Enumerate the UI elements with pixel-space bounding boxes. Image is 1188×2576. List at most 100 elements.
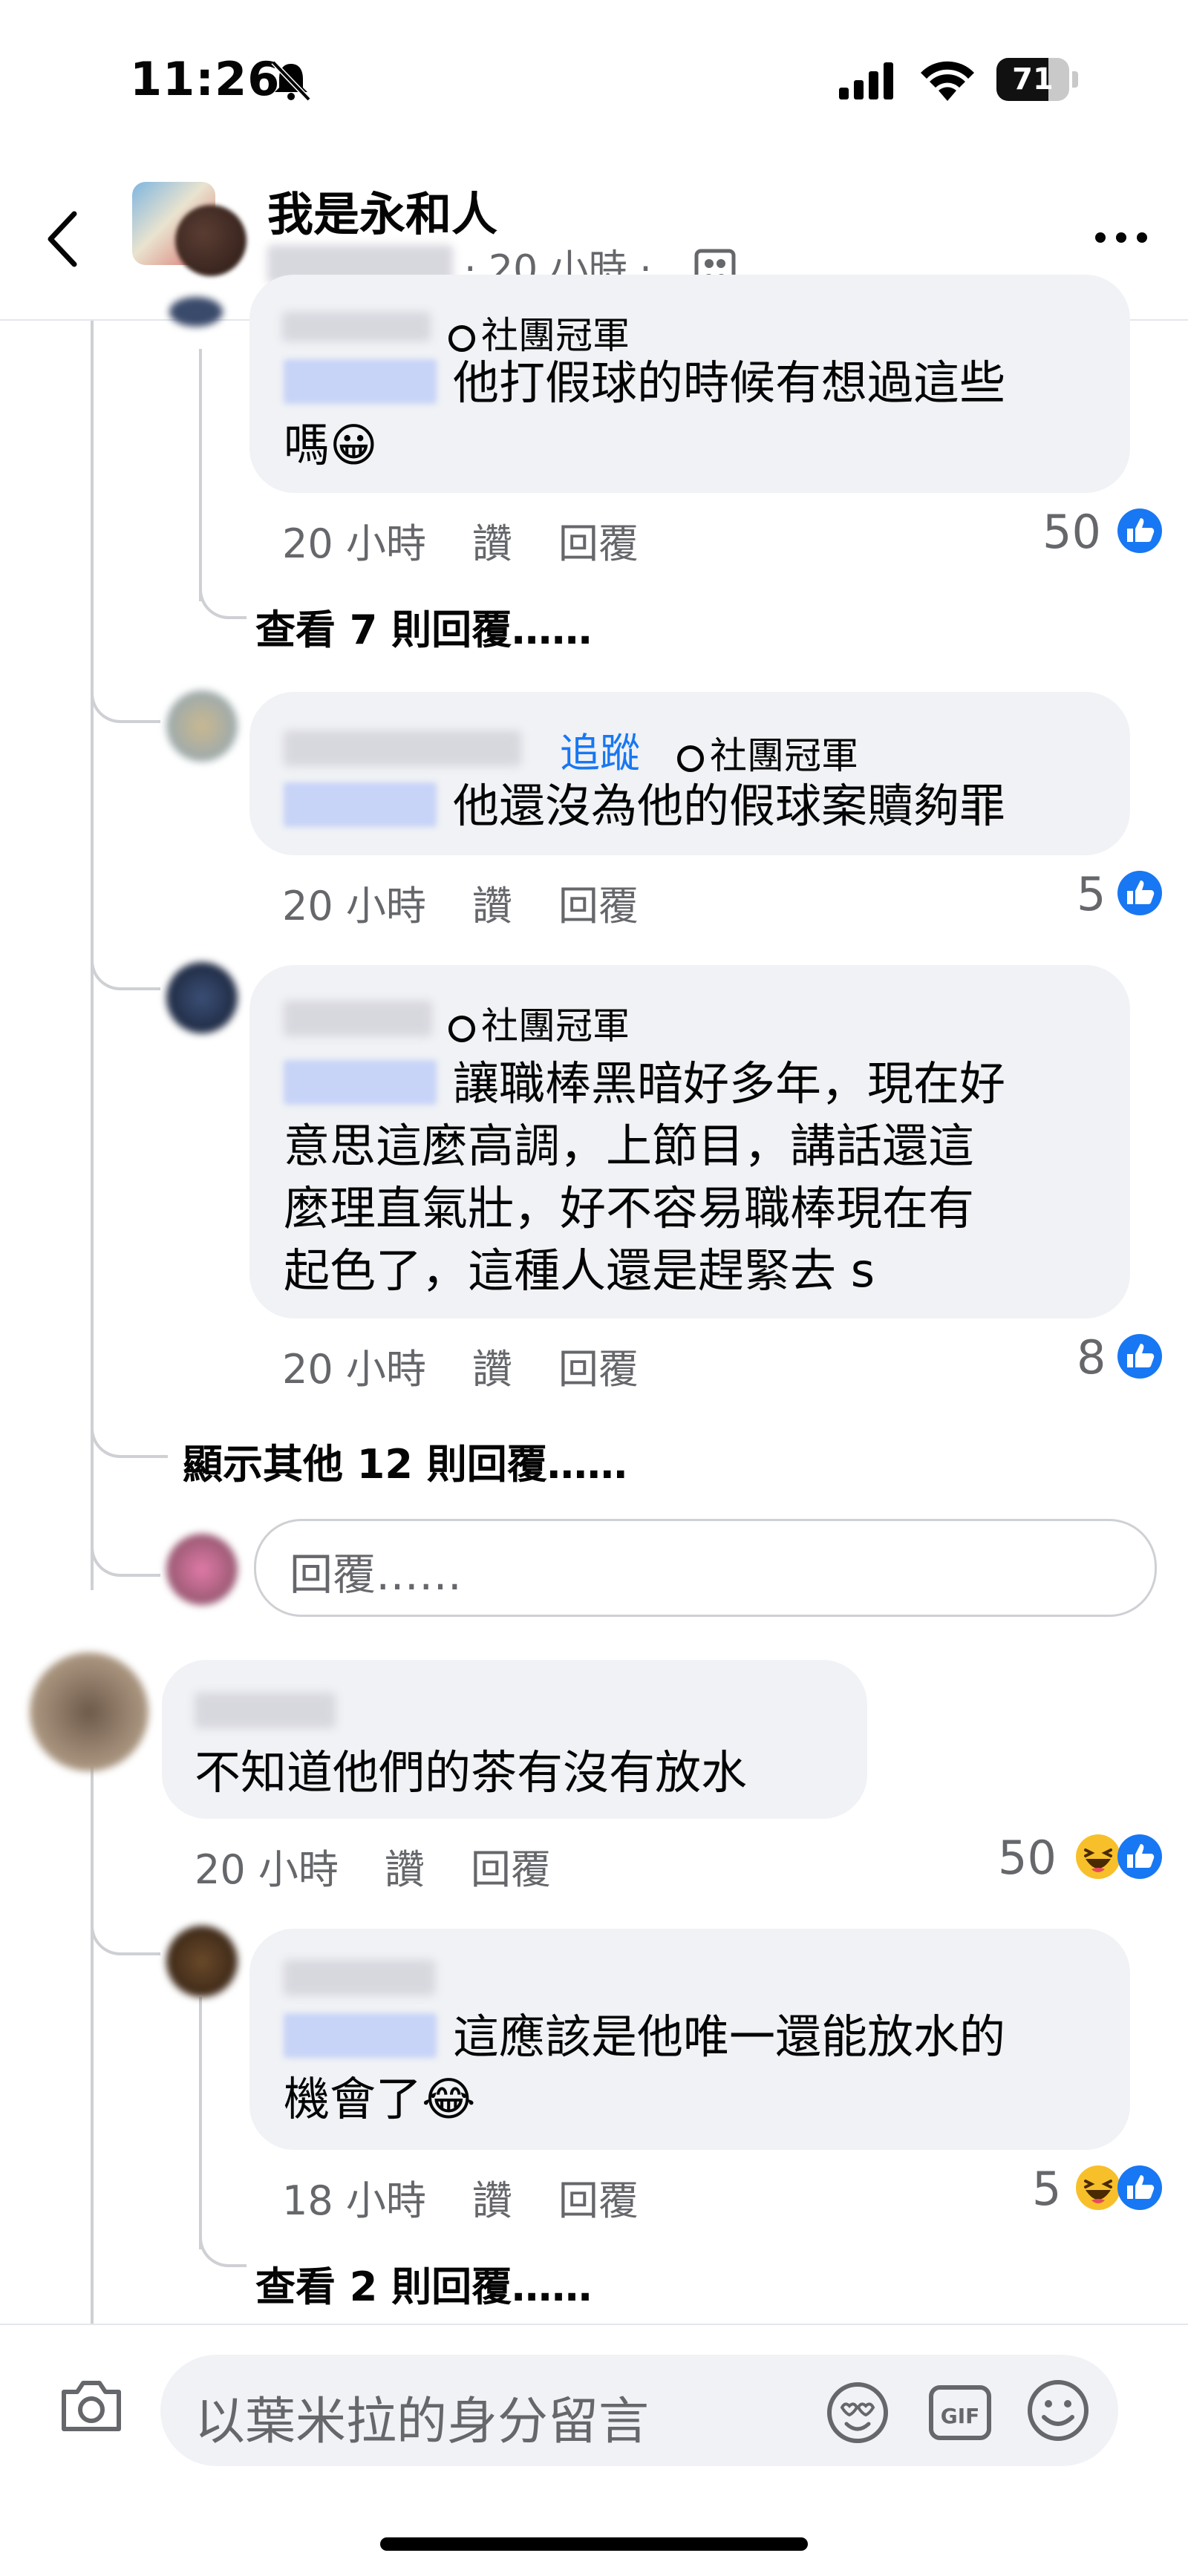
mention-redacted[interactable] (284, 359, 437, 404)
comment-line: 讓職棒黑暗好多年，現在好 (453, 1056, 1006, 1111)
comment-time: 18 小時 (282, 2177, 426, 2224)
comment-line: 嗎😀 (284, 418, 378, 472)
comment-text: 讓職棒黑暗好多年，現在好 (453, 1053, 1121, 1115)
battery-indicator: 71 (996, 58, 1078, 101)
group-badge: 社團冠軍 (677, 726, 858, 779)
reply-action[interactable]: 回覆 (558, 1346, 639, 1393)
mention-redacted[interactable] (284, 1060, 437, 1105)
comment-time: 20 小時 (282, 1346, 426, 1393)
mention-redacted[interactable] (284, 782, 437, 827)
comment-text: 嗎😀 (284, 414, 1100, 477)
avatar-sticker-icon[interactable] (824, 2379, 891, 2446)
comment-text: 他還沒為他的假球案贖夠罪 (453, 775, 1121, 837)
back-chevron-icon[interactable] (45, 209, 82, 269)
comment-time: 20 小時 (195, 1846, 339, 1893)
thread-line (91, 1767, 94, 2324)
my-avatar (166, 1534, 238, 1605)
like-reaction-icon (1117, 509, 1162, 553)
commenter-name-redacted[interactable] (284, 730, 521, 766)
thread-elbow (199, 2220, 247, 2267)
wifi-icon (921, 61, 974, 101)
group-name[interactable]: 我是永和人 (267, 177, 497, 243)
follow-link[interactable]: 追蹤 (560, 720, 640, 779)
home-indicator (380, 2537, 808, 2551)
commenter-avatar[interactable] (30, 1653, 148, 1771)
thread-elbow (199, 579, 247, 619)
comment-actions: 20 小時讚回覆 (195, 1837, 597, 1895)
reaction-count[interactable]: 5 (1032, 2162, 1061, 2216)
comment-actions: 20 小時讚回覆 (282, 1336, 685, 1395)
view-replies-link[interactable]: 查看 2 則回覆…… (255, 2254, 592, 2312)
comment-input-placeholder: 以葉米拉的身分留言 (195, 2393, 650, 2451)
like-action[interactable]: 讚 (385, 1846, 425, 1893)
silent-bell-icon (271, 60, 311, 101)
emoji-icon[interactable] (1025, 2377, 1091, 2444)
commenter-avatar[interactable] (169, 297, 223, 327)
reply-action[interactable]: 回覆 (558, 2177, 639, 2224)
comment-line: 起色了，這種人還是趕緊去 s (284, 1243, 875, 1298)
badge-icon (677, 745, 704, 772)
reaction-count[interactable]: 5 (1077, 867, 1106, 921)
comment-line: 這應該是他唯一還能放水的 (453, 2010, 1006, 2064)
comment-line: 機會了😂 (284, 2072, 476, 2126)
commenter-name-redacted[interactable] (282, 312, 431, 341)
cellular-signal-icon (839, 62, 893, 99)
svg-text:GIF: GIF (941, 2404, 980, 2428)
commenter-avatar[interactable] (166, 690, 238, 762)
badge-icon (448, 1015, 475, 1042)
commenter-name-redacted[interactable] (195, 1693, 336, 1728)
reaction-count[interactable]: 50 (998, 1831, 1057, 1885)
reply-input-placeholder: 回覆…… (290, 1549, 463, 1600)
comment-text: 這應該是他唯一還能放水的 (453, 2006, 1121, 2068)
like-action[interactable]: 讚 (472, 520, 512, 567)
reply-action[interactable]: 回覆 (558, 520, 639, 567)
thread-line (199, 1997, 202, 2249)
poster-avatar[interactable] (175, 205, 247, 276)
commenter-name-redacted[interactable] (284, 1001, 432, 1036)
comment-text: 他打假球的時候有想過這些 (453, 352, 1121, 414)
comment-actions: 20 小時讚回覆 (282, 511, 685, 569)
comment-line: 不知道他們的茶有沒有放水 (195, 1745, 748, 1799)
status-time: 11:26 (130, 52, 281, 106)
commenter-avatar[interactable] (166, 1926, 238, 1997)
view-replies-link[interactable]: 查看 7 則回覆…… (255, 597, 592, 656)
thread-elbow (91, 1403, 168, 1458)
reply-action[interactable]: 回覆 (471, 1846, 551, 1893)
like-reaction-icon (1117, 2165, 1162, 2210)
like-reaction-icon (1117, 1834, 1162, 1879)
comment-text: 意思這麼高調，上節目，講話還這 麼理直氣壯，好不容易職棒現在有 起色了，這種人還… (284, 1115, 1115, 1302)
like-reaction-icon (1117, 871, 1162, 915)
comment-actions: 18 小時讚回覆 (282, 2168, 685, 2226)
camera-icon[interactable] (58, 2376, 125, 2435)
haha-reaction-icon (1076, 1834, 1120, 1879)
like-action[interactable]: 讚 (472, 883, 512, 929)
show-more-replies-link[interactable]: 顯示其他 12 則回覆…… (183, 1431, 627, 1490)
thread-elbow (91, 928, 160, 990)
comment-time: 20 小時 (282, 883, 426, 929)
group-badge: 社團冠軍 (448, 996, 630, 1050)
reaction-count[interactable]: 50 (1042, 505, 1101, 559)
thread-line (199, 349, 202, 601)
like-action[interactable]: 讚 (472, 1346, 512, 1393)
comment-text: 機會了😂 (284, 2068, 1100, 2131)
comment-text: 不知道他們的茶有沒有放水 (195, 1742, 848, 1804)
thread-elbow (91, 1900, 160, 1955)
reaction-count[interactable]: 8 (1077, 1330, 1106, 1385)
battery-percent: 71 (1012, 62, 1054, 97)
haha-reaction-icon (1076, 2165, 1120, 2210)
more-options-icon[interactable] (1091, 223, 1151, 252)
commenter-avatar[interactable] (166, 962, 238, 1033)
thread-elbow (91, 668, 160, 723)
comment-time: 20 小時 (282, 520, 426, 567)
comment-line: 他打假球的時候有想過這些 (453, 356, 1006, 410)
like-reaction-icon (1117, 1334, 1162, 1379)
commenter-name-redacted[interactable] (284, 1960, 435, 1995)
gif-icon[interactable]: GIF (927, 2383, 993, 2442)
mention-redacted[interactable] (284, 2013, 437, 2058)
thread-elbow (91, 1514, 160, 1577)
badge-icon (448, 324, 475, 352)
reply-action[interactable]: 回覆 (558, 883, 639, 929)
comment-line: 他還沒為他的假球案贖夠罪 (453, 779, 1006, 833)
comment-line: 意思這麼高調，上節目，講話還這 (284, 1119, 975, 1173)
like-action[interactable]: 讚 (472, 2177, 512, 2224)
